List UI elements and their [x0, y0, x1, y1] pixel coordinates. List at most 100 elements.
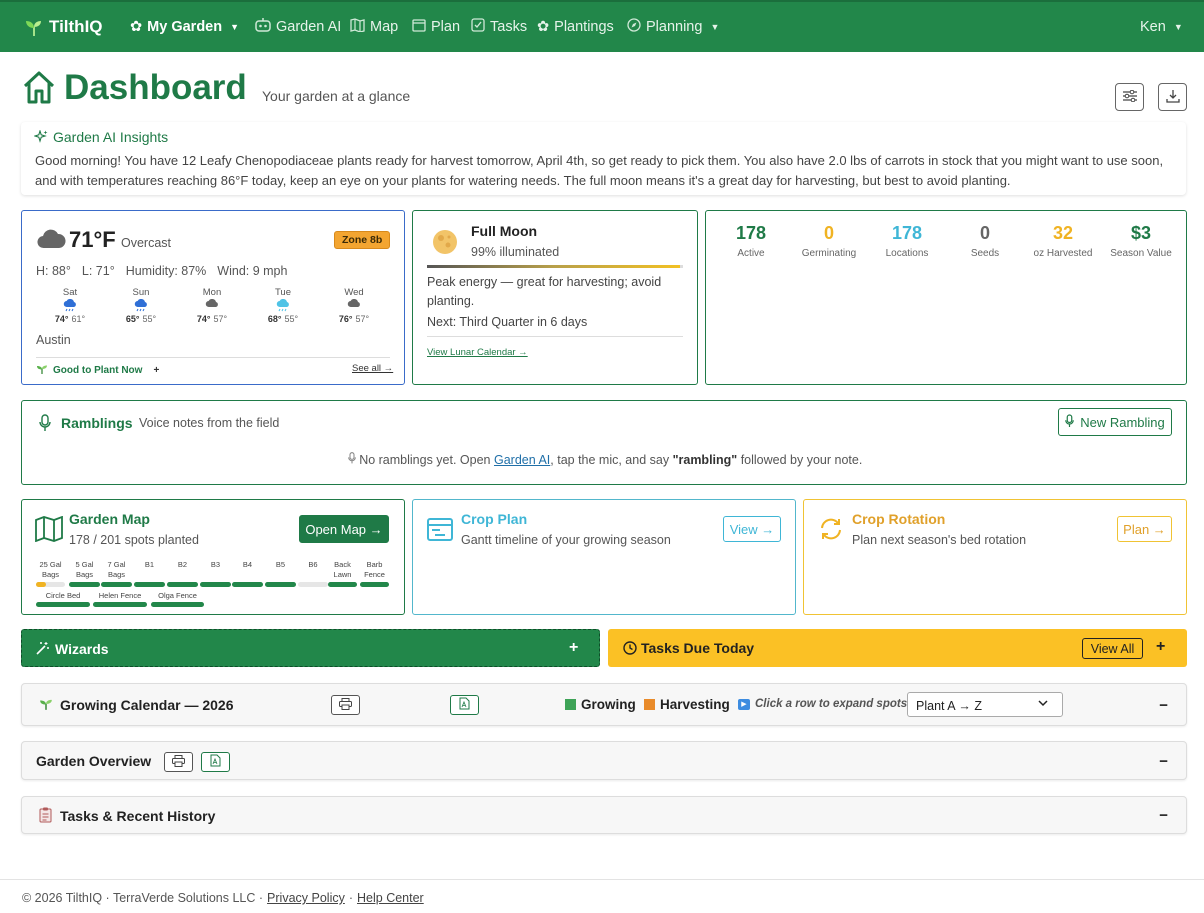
stat-oz-harvested: 32 oz Harvested: [1024, 223, 1102, 259]
good-to-plant-toggle[interactable]: Good to Plant Now +: [36, 363, 159, 378]
bed-bar[interactable]: [93, 602, 147, 607]
tasks-due-panel[interactable]: Tasks Due Today View All +: [608, 629, 1187, 667]
insights-title: Garden AI Insights: [53, 129, 169, 145]
print-calendar-button[interactable]: [331, 695, 360, 715]
nav-garden-ai[interactable]: Garden AI: [255, 2, 341, 52]
sort-value: Plant A → Z: [916, 699, 983, 713]
moon-advice: Peak energy — great for harvesting; avoi…: [427, 275, 662, 308]
play-icon: ▶: [738, 698, 750, 710]
calendar-icon: [412, 18, 426, 36]
nav-tasks[interactable]: Tasks: [471, 2, 527, 52]
nav-plantings[interactable]: ✿ Plantings: [537, 2, 614, 52]
bed-bar[interactable]: [200, 582, 231, 587]
pdf-overview-button[interactable]: [201, 752, 230, 772]
help-center-link[interactable]: Help Center: [357, 891, 424, 905]
footer: © 2026 TilthIQ · TerraVerde Solutions LL…: [22, 891, 424, 905]
overview-collapse[interactable]: −: [1159, 753, 1168, 770]
forecast-day-label: Mon: [202, 287, 222, 298]
stat-value: $3: [1130, 223, 1152, 243]
nav-label: Garden AI: [276, 19, 342, 35]
home-icon: [22, 70, 56, 107]
bed-bar[interactable]: [151, 602, 204, 607]
tasks-history-collapse[interactable]: −: [1159, 807, 1168, 824]
flower-icon: ✿: [537, 19, 550, 35]
open-map-button[interactable]: Open Map →: [299, 515, 389, 543]
bed-bar[interactable]: [232, 582, 263, 587]
forecast-day-wed: Wed 76° 57°: [334, 287, 374, 324]
harvesting-swatch: [644, 699, 655, 710]
tasks-due-expand[interactable]: +: [1156, 638, 1165, 656]
sort-select[interactable]: Plant A → Z: [907, 692, 1063, 717]
wizards-title: Wizards: [55, 641, 109, 657]
microphone-icon: [1065, 413, 1075, 431]
forecast-low: 57°: [213, 314, 228, 324]
nav-plan[interactable]: Plan: [412, 2, 460, 52]
bed-bar[interactable]: [167, 582, 198, 587]
bed-fill: [134, 582, 165, 587]
bed-bar[interactable]: [134, 582, 165, 587]
garden-ai-link[interactable]: Garden AI: [494, 453, 550, 467]
bed-bar[interactable]: [265, 582, 296, 587]
empty-text: followed by your note.: [737, 453, 863, 467]
crop-rotation-subtitle: Plan next season's bed rotation: [852, 533, 1027, 547]
bed-bar[interactable]: [298, 582, 328, 587]
lunar-calendar-link[interactable]: View Lunar Calendar →: [427, 347, 528, 358]
garden-overview-section: Garden Overview −: [21, 741, 1187, 780]
download-button[interactable]: [1158, 83, 1187, 111]
new-rambling-button[interactable]: New Rambling: [1058, 408, 1172, 436]
view-all-tasks-button[interactable]: View All: [1082, 638, 1143, 659]
pdf-icon: [210, 754, 221, 770]
forecast-low: 61°: [71, 314, 86, 324]
printer-icon: [172, 754, 185, 770]
nav-planning[interactable]: Planning ▼: [627, 2, 719, 52]
compass-icon: [627, 18, 641, 36]
brand-link[interactable]: TilthIQ: [24, 2, 103, 52]
stat-value: 32: [1052, 223, 1074, 243]
user-menu[interactable]: Ken ▼: [1140, 2, 1183, 52]
nav-label: Plan: [431, 19, 461, 35]
bed-bar[interactable]: [36, 602, 90, 607]
bed-bar[interactable]: [328, 582, 357, 587]
stat-label: Germinating: [801, 248, 857, 259]
forecast-high: 68°: [267, 314, 282, 324]
calendar-title: Growing Calendar — 2026: [60, 697, 234, 713]
forecast-day-label: Tue: [274, 287, 292, 298]
bed-fill: [328, 582, 357, 587]
chevron-down-icon: [1038, 697, 1048, 711]
see-all-link[interactable]: See all →: [352, 363, 393, 374]
bed-bar[interactable]: [360, 582, 389, 587]
stat-label: Locations: [885, 248, 929, 259]
bed-label: B2: [177, 560, 188, 569]
print-overview-button[interactable]: [164, 752, 193, 772]
stat-active: 178 Active: [712, 223, 790, 259]
calendar-collapse[interactable]: −: [1159, 697, 1168, 714]
customize-button[interactable]: [1115, 83, 1144, 111]
pdf-calendar-button[interactable]: [450, 695, 479, 715]
bed-label: Back Lawn: [333, 560, 352, 579]
nav-my-garden[interactable]: ✿ My Garden ▼: [130, 2, 239, 52]
current-temp: 71°F: [69, 227, 116, 252]
nav-map[interactable]: Map: [350, 2, 398, 52]
bed-bar[interactable]: [36, 582, 65, 587]
privacy-policy-link[interactable]: Privacy Policy: [267, 891, 345, 905]
bed-bar[interactable]: [69, 582, 100, 587]
bed-label: Circle Bed: [45, 591, 81, 600]
page-title: Dashboard: [64, 68, 247, 107]
expand-plus: +: [153, 365, 160, 376]
bed-fill: [101, 582, 132, 587]
seedling-icon: [24, 17, 44, 37]
crop-rotation-plan-button[interactable]: Plan →: [1117, 516, 1172, 542]
divider: [36, 357, 390, 358]
seedling-icon: [39, 697, 53, 714]
illumination-fill: [427, 265, 681, 268]
crop-plan-view-button[interactable]: View →: [723, 516, 781, 542]
bed-bar[interactable]: [101, 582, 132, 587]
wizards-expand[interactable]: +: [569, 639, 578, 657]
download-icon: [1165, 89, 1180, 106]
wizards-panel[interactable]: Wizards +: [21, 629, 600, 667]
forecast-high: 74°: [196, 314, 211, 324]
stat-seeds: 0 Seeds: [946, 223, 1024, 259]
tasks-history-title: Tasks & Recent History: [60, 808, 216, 824]
rain-icon: [121, 298, 161, 314]
forecast-day-label: Wed: [344, 287, 364, 298]
